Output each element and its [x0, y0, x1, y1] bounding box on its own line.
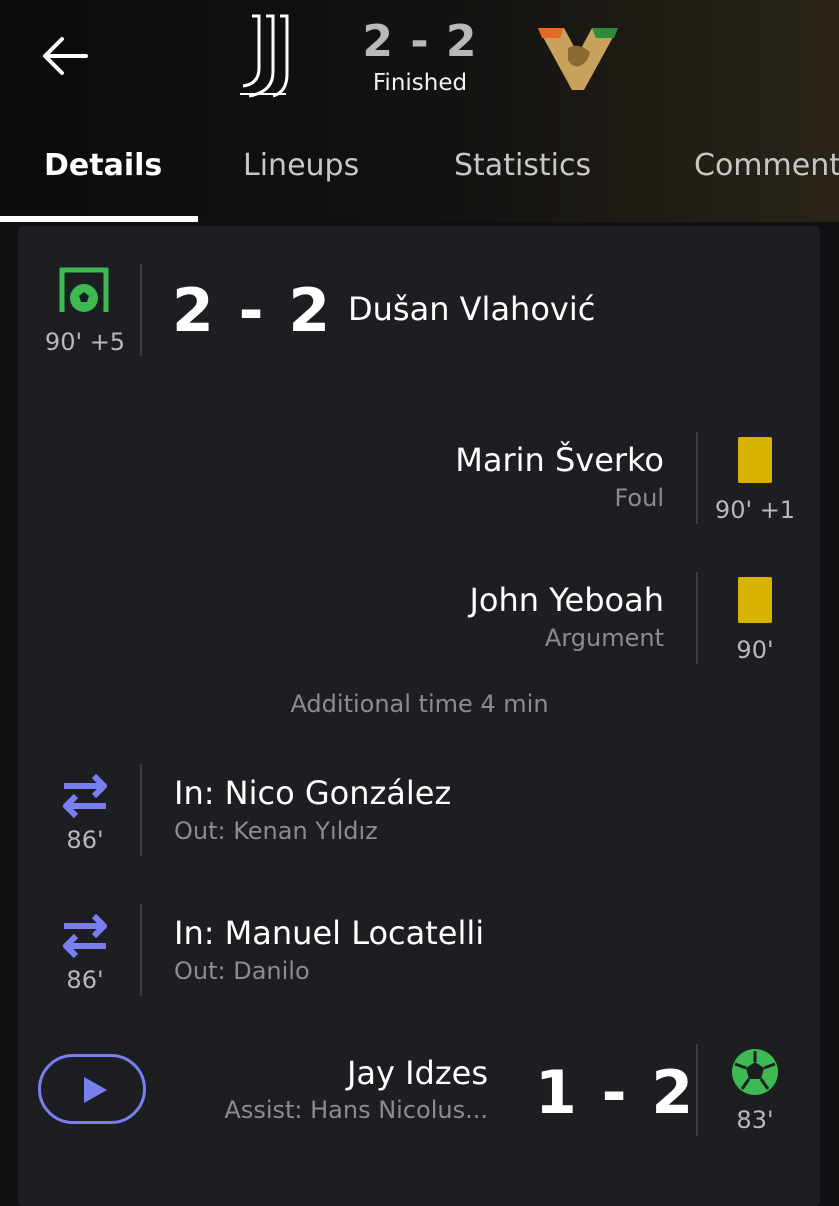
substitution-icon: [63, 913, 107, 959]
event-reason: Argument: [544, 624, 664, 652]
event-player: Jay Idzes: [346, 1054, 488, 1092]
event-player: John Yeboah: [469, 581, 664, 619]
play-highlight-button[interactable]: [38, 1054, 146, 1124]
event-score: 2 - 2: [172, 276, 333, 346]
match-header: 2 - 2 Finished Details Lineups Statistic…: [0, 0, 839, 222]
substitution-icon: [63, 773, 107, 819]
sub-player-in: In: Nico González: [174, 774, 452, 812]
match-score: 2 - 2: [362, 16, 478, 67]
match-status: Finished: [372, 70, 468, 96]
divider: [140, 264, 142, 356]
event-minute: 86': [66, 826, 104, 854]
event-reason: Foul: [614, 484, 664, 512]
event-minute: 90' +5: [44, 328, 126, 356]
away-team-logo[interactable]: [536, 24, 620, 94]
event-minute: 83': [736, 1106, 774, 1134]
tab-details[interactable]: Details: [44, 148, 162, 183]
divider: [696, 572, 698, 664]
sub-player-in: In: Manuel Locatelli: [174, 914, 485, 952]
goal-net-icon: [59, 267, 109, 312]
divider: [696, 432, 698, 524]
ball-icon: [732, 1049, 778, 1095]
additional-time-note: Additional time 4 min: [290, 690, 549, 718]
yellow-card-icon: [738, 577, 772, 623]
sub-player-out: Out: Kenan Yıldız: [174, 817, 378, 845]
event-player: Dušan Vlahović: [348, 290, 596, 328]
event-minute: 90' +1: [714, 496, 796, 524]
play-icon: [84, 1077, 107, 1103]
tab-lineups[interactable]: Lineups: [243, 148, 359, 183]
divider: [140, 764, 142, 856]
event-minute: 86': [66, 966, 104, 994]
active-tab-indicator: [0, 216, 198, 222]
event-minute: 90': [736, 636, 774, 664]
event-player: Marin Šverko: [455, 441, 664, 479]
tab-comment[interactable]: Comment: [694, 148, 839, 183]
tab-statistics[interactable]: Statistics: [454, 148, 591, 183]
divider: [140, 904, 142, 996]
event-assist: Assist: Hans Nicolus...: [224, 1096, 488, 1124]
divider: [696, 1044, 698, 1136]
yellow-card-icon: [738, 437, 772, 483]
back-arrow-icon[interactable]: [38, 30, 94, 82]
home-team-logo[interactable]: [228, 12, 298, 100]
event-score: 1 - 2: [535, 1058, 696, 1128]
sub-player-out: Out: Danilo: [174, 957, 310, 985]
